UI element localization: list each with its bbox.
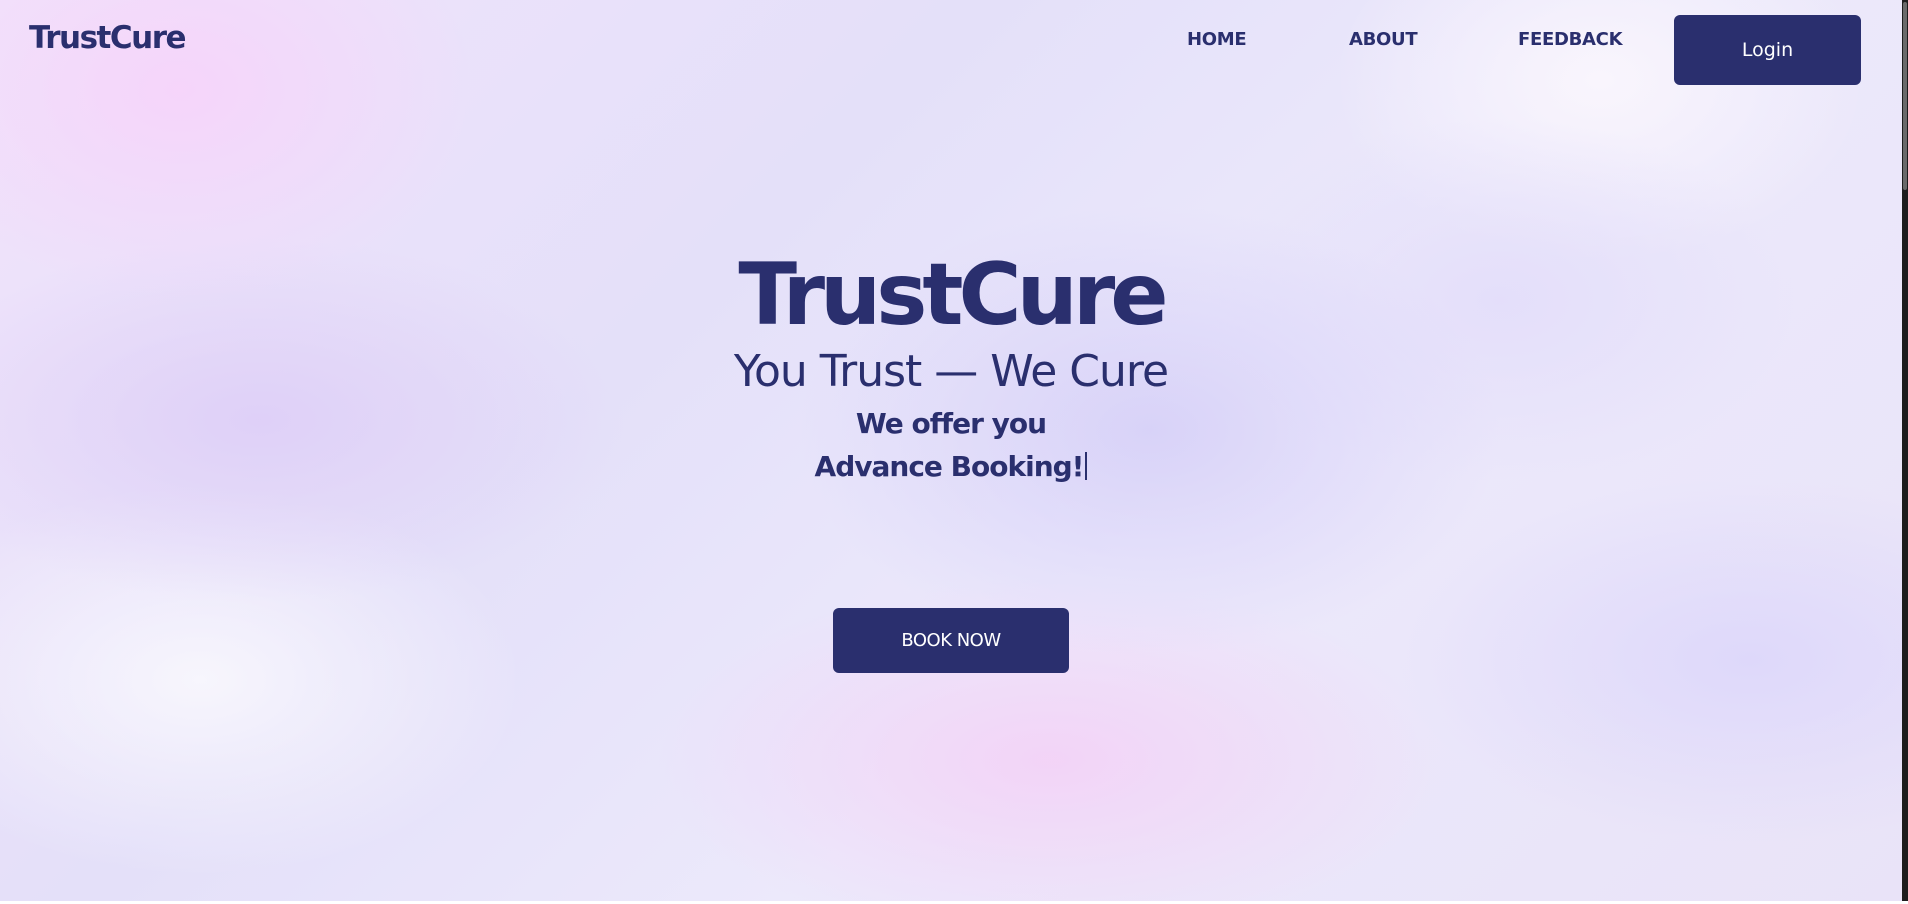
hero-subtitle-line-2-wrapper: Advance Booking! bbox=[0, 452, 1902, 481]
hero-tagline: You Trust — We Cure bbox=[733, 346, 1169, 397]
window-scrollbar[interactable] bbox=[1902, 0, 1908, 904]
hero-section: TrustCure You Trust — We Cure We offer y… bbox=[0, 0, 1902, 904]
hero-title: TrustCure bbox=[738, 245, 1168, 345]
typing-cursor bbox=[1085, 452, 1088, 480]
hero-subtitle-line-1: We offer you bbox=[855, 407, 1047, 440]
book-now-button[interactable]: BOOK NOW bbox=[833, 608, 1069, 673]
scrollbar-thumb[interactable] bbox=[1903, 2, 1907, 190]
hero-subtitle-line-2: Advance Booking! bbox=[814, 450, 1085, 483]
